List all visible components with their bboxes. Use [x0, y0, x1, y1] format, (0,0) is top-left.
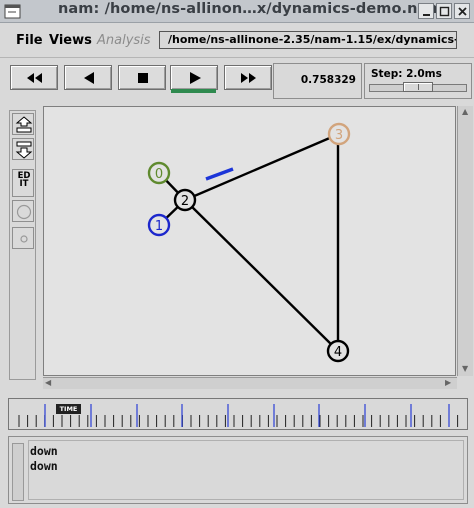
window-title: nam: /home/ns-allinon…x/dynamics-demo.na… [58, 1, 443, 17]
node-tool-button[interactable] [12, 200, 34, 222]
zoom-out-icon [15, 141, 33, 159]
terminal-icon[interactable] [4, 3, 21, 20]
step-slider-thumb[interactable] [403, 82, 433, 92]
rewind-button[interactable] [64, 65, 112, 90]
zoom-out-button[interactable] [12, 138, 34, 160]
minimize-icon [423, 14, 430, 16]
zoom-in-button[interactable] [12, 113, 34, 135]
maximize-icon [439, 6, 450, 17]
small-circle-icon [20, 235, 28, 243]
play-button[interactable] [170, 65, 218, 90]
annotation-panel: down down [8, 436, 468, 504]
node-0-label: 0 [155, 167, 163, 182]
network-graph: 0 1 2 3 4 [147, 122, 351, 363]
animation-area: 0 1 2 3 4 ▲ ▼ ◀ ▶ [43, 106, 473, 389]
stop-icon [138, 73, 148, 83]
title-bar: nam: /home/ns-allinon…x/dynamics-demo.na… [0, 0, 474, 23]
stop-button[interactable] [118, 65, 166, 90]
log-line[interactable]: down [30, 444, 58, 458]
node-3-label: 3 [335, 128, 343, 143]
editor-toolbar: ED IT [9, 110, 36, 380]
menu-file[interactable]: File [16, 33, 43, 48]
edit-label: ED IT [17, 171, 31, 189]
time-marker[interactable]: TIME [56, 404, 81, 414]
circle-icon [16, 204, 32, 220]
file-path-display: /home/ns-allinone-2.35/nam-1.15/ex/dynam… [159, 31, 457, 49]
horizontal-scrollbar[interactable]: ◀ ▶ [43, 377, 457, 389]
small-node-tool-button[interactable] [12, 227, 34, 249]
time-display: 0.758329 [273, 63, 362, 99]
scroll-left-arrow-icon[interactable]: ◀ [45, 378, 51, 388]
log-scrollbar[interactable] [12, 443, 24, 501]
scroll-up-arrow-icon[interactable]: ▲ [462, 107, 468, 117]
packet [205, 167, 234, 181]
edit-button[interactable]: ED IT [12, 169, 34, 197]
play-active-indicator [171, 89, 216, 93]
close-icon [458, 7, 467, 16]
node-1-label: 1 [155, 219, 163, 234]
step-control: Step: 2.0ms [364, 63, 472, 99]
log-line[interactable]: down [30, 459, 58, 473]
scroll-down-arrow-icon[interactable]: ▼ [462, 364, 468, 374]
annotation-list[interactable]: down down [28, 440, 464, 500]
close-button[interactable] [454, 3, 470, 19]
step-label: Step: 2.0ms [371, 68, 442, 80]
link-2-3 [184, 132, 340, 202]
network-canvas[interactable]: 0 1 2 3 4 [43, 106, 456, 376]
link-2-4 [184, 199, 339, 352]
play-icon [190, 72, 201, 84]
fast-forward-icon [241, 73, 256, 83]
fast-rewind-icon [27, 73, 42, 83]
node-2-label: 2 [181, 194, 189, 209]
zoom-in-icon [15, 116, 33, 133]
scroll-right-arrow-icon[interactable]: ▶ [445, 378, 451, 388]
vertical-scrollbar[interactable]: ▲ ▼ [457, 106, 473, 376]
node-4-label: 4 [334, 345, 342, 360]
fast-forward-button[interactable] [224, 65, 272, 90]
time-value: 0.758329 [300, 74, 356, 86]
fast-rewind-button[interactable] [10, 65, 58, 90]
timeline-slider[interactable]: TIME [8, 398, 468, 430]
play-backward-icon [84, 72, 94, 84]
menu-analysis[interactable]: Analysis [97, 33, 151, 48]
maximize-button[interactable] [436, 3, 452, 19]
menu-views[interactable]: Views [49, 33, 92, 48]
minimize-button[interactable] [418, 3, 434, 19]
